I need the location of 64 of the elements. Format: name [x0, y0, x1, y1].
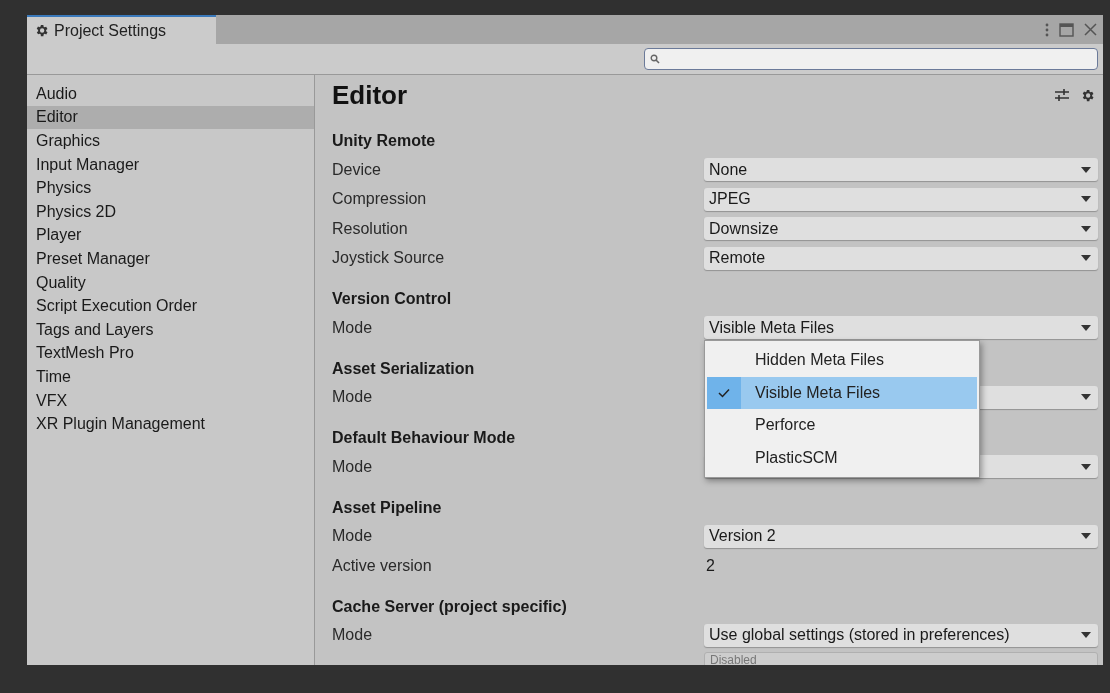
sidebar-item[interactable]: Audio	[27, 82, 314, 106]
close-icon[interactable]	[1084, 23, 1097, 36]
search-icon	[650, 54, 660, 64]
menu-item[interactable]: Hidden Meta Files	[707, 344, 977, 377]
sidebar-item[interactable]: Time	[27, 365, 314, 389]
field-label: Mode	[332, 526, 374, 547]
window-tab[interactable]: Project Settings	[27, 15, 216, 44]
checkmark-icon	[718, 387, 730, 398]
value-text: 2	[705, 555, 715, 576]
field-label: Mode	[332, 387, 374, 408]
sidebar-item[interactable]: TextMesh Pro	[27, 341, 314, 366]
field-label: Device	[332, 159, 382, 180]
sidebar-item[interactable]: Graphics	[27, 129, 314, 153]
sidebar-item[interactable]: Player	[27, 223, 314, 248]
caret-icon	[1081, 394, 1091, 401]
sidebar-item[interactable]: Physics 2D	[27, 199, 314, 224]
caret-icon	[1081, 463, 1091, 470]
dropdown[interactable]: JPEG	[704, 187, 1098, 211]
caret-icon	[1081, 196, 1091, 203]
settings-icon[interactable]	[1080, 87, 1095, 103]
dropdown[interactable]: None	[704, 158, 1098, 182]
page-title: Editor	[332, 78, 408, 112]
section-heading: Asset Serialization	[332, 358, 475, 379]
caret-icon	[1081, 632, 1091, 639]
field-label: Mode	[332, 625, 374, 646]
field-label: Resolution	[332, 218, 409, 239]
caret-icon	[1081, 533, 1091, 540]
caret-icon	[1081, 166, 1091, 173]
sidebar-item[interactable]: XR Plugin Management	[27, 412, 314, 436]
field-label: Compression	[332, 189, 428, 210]
field-label: Joystick Source	[332, 248, 446, 269]
menu-item[interactable]: PlasticSCM	[707, 441, 977, 474]
sidebar-item[interactable]: Editor	[27, 105, 314, 130]
search-field[interactable]	[644, 48, 1098, 70]
section-heading: Default Behaviour Mode	[332, 428, 516, 448]
dropdown[interactable]: Version 2	[704, 524, 1098, 548]
gear-icon	[34, 23, 49, 38]
menu-item[interactable]: Visible Meta Files	[707, 376, 977, 409]
caret-icon	[1081, 225, 1091, 232]
more-icon[interactable]	[1045, 22, 1049, 37]
dropdown[interactable]: Visible Meta Files	[704, 316, 1098, 340]
section-heading: Asset Pipeline	[332, 497, 442, 518]
field-label: Active version	[332, 555, 433, 576]
dropdown[interactable]: Use global settings (stored in preferences)	[704, 623, 1098, 647]
sidebar-item[interactable]: Input Manager	[27, 152, 314, 177]
sidebar-item[interactable]: Preset Manager	[27, 247, 314, 271]
sidebar-item[interactable]: VFX	[27, 388, 314, 413]
field-label: Mode	[332, 317, 374, 338]
menu-item[interactable]: Perforce	[707, 409, 977, 442]
sidebar-item[interactable]: Script Execution Order	[27, 294, 314, 318]
maximize-icon[interactable]	[1059, 22, 1074, 37]
sliders-icon[interactable]	[1054, 88, 1070, 102]
sidebar-item[interactable]: Quality	[27, 270, 314, 295]
sidebar-item[interactable]: Physics	[27, 176, 314, 200]
section-heading: Version Control	[332, 289, 452, 309]
field-label: Mode	[332, 456, 374, 477]
caret-icon	[1081, 255, 1091, 262]
window-title: Project Settings	[54, 20, 167, 41]
section-heading: Unity Remote	[332, 131, 436, 151]
dropdown[interactable]: Remote	[704, 246, 1098, 270]
caret-icon	[1081, 324, 1091, 331]
dropdown[interactable]: Downsize	[704, 217, 1098, 241]
sidebar-item[interactable]: Tags and Layers	[27, 317, 314, 342]
section-heading: Cache Server (project specific)	[332, 596, 567, 617]
